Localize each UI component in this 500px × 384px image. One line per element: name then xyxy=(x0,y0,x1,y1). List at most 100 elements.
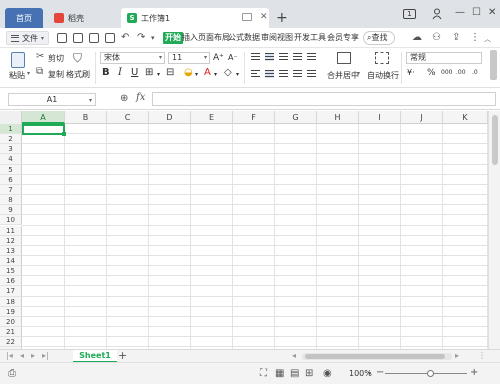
first-sheet-icon[interactable]: |◂ xyxy=(6,351,13,360)
monitor-icon[interactable] xyxy=(242,13,252,21)
menu-insert[interactable]: 插入 xyxy=(182,32,198,44)
orientation-icon[interactable] xyxy=(293,53,302,61)
menu-developer[interactable]: 开发工具 xyxy=(294,32,326,44)
horizontal-scrollbar[interactable] xyxy=(302,353,452,360)
fill-color-dropdown-icon[interactable]: ▾ xyxy=(195,69,198,81)
merge-dropdown-icon[interactable]: ▾ xyxy=(357,70,360,77)
column-header[interactable]: F xyxy=(233,111,275,124)
row-header[interactable]: 20 xyxy=(0,316,22,327)
column-header[interactable]: C xyxy=(107,111,149,124)
row-header[interactable]: 4 xyxy=(0,154,22,165)
minimize-icon[interactable]: — xyxy=(455,7,465,18)
worksheet-grid[interactable]: ABCDEFGHIJK 1 2 3 4 5 6 7 8 9 10 11 12 13 14 15 16 17 18 1… xyxy=(0,111,500,349)
prev-sheet-icon[interactable]: ◂ xyxy=(20,351,24,360)
zoom-out-icon[interactable]: − xyxy=(376,367,384,378)
increase-font-icon[interactable]: A⁺ xyxy=(213,52,224,64)
more-sheets-icon[interactable]: ⋮ xyxy=(478,351,486,360)
clear-format-icon[interactable]: ◇ xyxy=(224,67,232,79)
row-header[interactable]: 6 xyxy=(0,174,22,185)
clear-dropdown-icon[interactable]: ▾ xyxy=(236,69,239,81)
name-box[interactable]: A1 ▾ xyxy=(8,93,96,106)
formula-input[interactable] xyxy=(152,92,496,106)
print-icon[interactable] xyxy=(89,33,99,43)
thousands-icon[interactable]: 000 xyxy=(441,67,452,79)
paste-dropdown-icon[interactable]: ▾ xyxy=(27,70,30,77)
row-header[interactable]: 2 xyxy=(0,134,22,145)
add-sheet-button[interactable]: + xyxy=(118,349,127,362)
wrap-text-icon[interactable] xyxy=(375,52,389,64)
scroll-left-icon[interactable]: ◂ xyxy=(292,351,296,360)
close-window-icon[interactable]: ✕ xyxy=(488,7,496,18)
maximize-icon[interactable]: ☐ xyxy=(472,7,481,18)
format-painter-icon[interactable]: ⛉ xyxy=(73,51,82,66)
insert-function-button[interactable]: fx xyxy=(136,92,145,103)
number-format-select[interactable]: 常规 xyxy=(406,52,482,64)
undo-icon[interactable]: ↶ xyxy=(121,32,129,43)
align-bottom-icon[interactable] xyxy=(279,53,288,61)
row-header[interactable]: 1 xyxy=(0,124,22,135)
paste-icon[interactable] xyxy=(11,52,25,68)
page-break-view-icon[interactable]: ▤ xyxy=(290,368,299,379)
tab-workbook[interactable]: S 工作簿1 ✕ xyxy=(121,8,269,28)
row-header[interactable]: 14 xyxy=(0,255,22,267)
row-header[interactable]: 13 xyxy=(0,245,22,256)
fullscreen-icon[interactable]: ⛶ xyxy=(260,368,267,379)
align-top-icon[interactable] xyxy=(251,53,260,61)
paste-label[interactable]: 粘贴 xyxy=(9,70,25,81)
distributed-icon[interactable] xyxy=(307,70,316,78)
new-tab-button[interactable]: + xyxy=(276,10,288,26)
row-header[interactable]: 15 xyxy=(0,266,22,277)
window-count-badge[interactable]: 1 xyxy=(403,9,416,19)
macro-record-icon[interactable]: ⎙ xyxy=(8,368,16,379)
column-header[interactable]: J xyxy=(401,111,443,124)
indent-icon[interactable] xyxy=(307,53,316,61)
menu-formulas[interactable]: 公式 xyxy=(228,32,244,44)
menu-data[interactable]: 数据 xyxy=(244,32,260,44)
eye-protection-icon[interactable]: ◉ xyxy=(323,368,332,379)
format-painter-label[interactable]: 格式刷 xyxy=(66,69,90,80)
collapse-ribbon-icon[interactable]: ︿ xyxy=(484,34,491,44)
row-header[interactable]: 9 xyxy=(0,205,22,216)
save-icon[interactable] xyxy=(57,33,67,43)
merge-center-icon[interactable] xyxy=(337,52,351,64)
zoom-slider[interactable] xyxy=(385,373,467,374)
next-sheet-icon[interactable]: ▸ xyxy=(31,351,35,360)
font-color-dropdown-icon[interactable]: ▾ xyxy=(214,69,217,81)
column-header[interactable]: G xyxy=(275,111,317,124)
column-header[interactable]: H xyxy=(317,111,359,124)
file-menu-button[interactable]: 文件 ▾ xyxy=(6,31,50,45)
fill-color-icon[interactable]: ◒ xyxy=(184,67,193,79)
increase-decimal-icon[interactable]: .00 xyxy=(456,67,466,79)
row-header[interactable]: 8 xyxy=(0,195,22,206)
merge-center-label[interactable]: 合并居中 xyxy=(327,70,359,81)
column-header[interactable]: D xyxy=(149,111,191,124)
more-options-icon[interactable]: ⋮ xyxy=(470,32,480,43)
copy-icon[interactable]: ⧉ xyxy=(36,66,43,77)
italic-button[interactable]: I xyxy=(118,67,122,79)
decrease-font-icon[interactable]: A⁻ xyxy=(228,52,238,64)
user-icon[interactable] xyxy=(432,8,442,20)
font-size-select[interactable]: 11 ▾ xyxy=(168,52,210,64)
tab-docer[interactable]: 稻壳 xyxy=(48,8,118,28)
wrap-text-label[interactable]: 自动换行 xyxy=(367,70,399,81)
row-header[interactable]: 22 xyxy=(0,337,22,348)
menu-member[interactable]: 会员专享 xyxy=(327,32,359,44)
borders-dropdown-icon[interactable]: ▾ xyxy=(157,69,160,81)
zoom-formula-icon[interactable]: ⊕ xyxy=(120,93,128,104)
row-header[interactable]: 19 xyxy=(0,306,22,317)
row-header[interactable]: 10 xyxy=(0,215,22,226)
print-preview-icon[interactable] xyxy=(105,33,115,43)
scissors-icon[interactable]: ✂ xyxy=(36,51,44,62)
menu-view[interactable]: 视图 xyxy=(277,32,293,44)
align-middle-icon[interactable] xyxy=(265,53,274,61)
menu-page-layout[interactable]: 页面布局 xyxy=(198,32,230,44)
reading-mode-icon[interactable]: ⊞ xyxy=(305,368,313,379)
align-right-icon[interactable] xyxy=(279,70,288,78)
share-icon[interactable]: ⇪ xyxy=(452,32,460,43)
redo-icon[interactable]: ↷ xyxy=(137,32,145,43)
column-header[interactable]: K xyxy=(443,111,488,124)
ribbon-scrollbar[interactable] xyxy=(490,50,497,80)
vertical-scrollbar[interactable] xyxy=(488,111,500,349)
column-header[interactable]: A xyxy=(22,111,65,124)
export-pdf-icon[interactable] xyxy=(73,33,83,43)
